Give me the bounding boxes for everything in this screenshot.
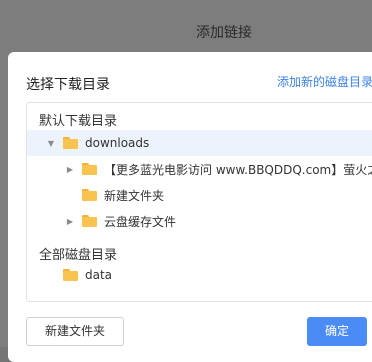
default-directory-section-label: 默认下载目录 [39, 114, 118, 129]
add-link-dialog-title: 添加链接 [196, 25, 252, 41]
tree-item-downloads[interactable]: ▼ downloads [27, 130, 372, 156]
caret-right-icon[interactable]: ▶ [64, 165, 76, 174]
select-download-directory-dialog: 选择下载目录 添加新的磁盘目录 默认下载目录 ▼ downloads ▶ 【更多… [8, 52, 372, 362]
folder-icon [82, 163, 97, 175]
folder-icon [82, 189, 97, 201]
confirm-button[interactable]: 确定 [307, 317, 367, 346]
new-folder-button[interactable]: 新建文件夹 [26, 317, 124, 346]
tree-item-data[interactable]: data [27, 262, 372, 288]
add-disk-directory-link[interactable]: 添加新的磁盘目录 [277, 73, 372, 90]
folder-icon [63, 137, 78, 149]
dialog-title: 选择下载目录 [26, 77, 110, 93]
caret-right-icon[interactable]: ▶ [64, 217, 76, 226]
tree-item-label: data [85, 268, 113, 282]
all-disks-section-label: 全部磁盘目录 [39, 248, 118, 263]
tree-item-label: 【更多蓝光电影访问 www.BBQDDQ.com】萤火之森 [104, 162, 372, 177]
caret-down-icon[interactable]: ▼ [45, 139, 57, 148]
folder-icon [63, 269, 78, 281]
tree-item-label: 云盘缓存文件 [104, 214, 177, 229]
tree-item-label: downloads [85, 136, 150, 150]
tree-item-bbqddq-folder[interactable]: ▶ 【更多蓝光电影访问 www.BBQDDQ.com】萤火之森 [27, 156, 372, 182]
tree-item-new-folder[interactable]: 新建文件夹 [27, 182, 372, 208]
directory-tree: 默认下载目录 ▼ downloads ▶ 【更多蓝光电影访问 www.BBQDD… [26, 102, 372, 302]
folder-icon [82, 215, 97, 227]
tree-item-cloud-cache[interactable]: ▶ 云盘缓存文件 [27, 208, 372, 234]
tree-item-label: 新建文件夹 [104, 188, 165, 203]
